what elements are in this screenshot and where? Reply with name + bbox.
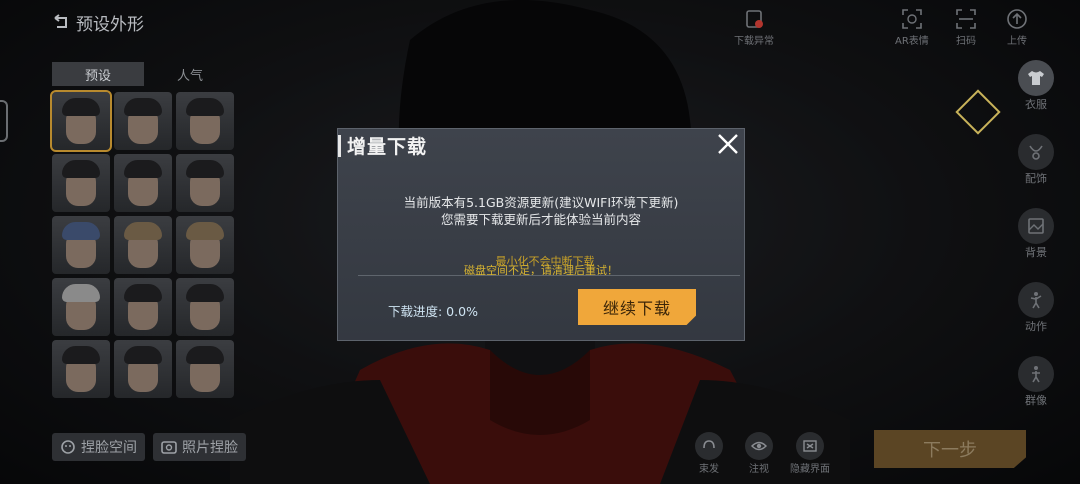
preset-tabs: 预设 人气 — [52, 62, 236, 86]
menu-label: 群像 — [1025, 394, 1047, 407]
pose-icon — [1030, 292, 1042, 309]
group-icon — [1032, 366, 1040, 383]
preset-thumbnail[interactable] — [176, 92, 234, 150]
preset-thumbnail[interactable] — [176, 216, 234, 274]
preset-thumbnail[interactable] — [52, 216, 110, 274]
menu-item-accessory[interactable]: 配饰 — [1018, 134, 1054, 186]
clothes-icon — [1028, 71, 1044, 85]
hide-ui-icon — [803, 440, 817, 452]
upload-button[interactable]: 上传 — [1006, 8, 1028, 47]
ar-face-button[interactable]: AR表情 — [895, 8, 929, 47]
incremental-download-dialog: 增量下载 当前版本有5.1GB资源更新(建议WIFI环境下更新) 您需要下载更新… — [337, 128, 745, 341]
gaze-label: 注视 — [749, 464, 769, 475]
photo-face-button[interactable]: 照片捏脸 — [153, 433, 246, 461]
gaze-toggle-button[interactable]: 注视 — [745, 432, 773, 475]
preset-thumbnail[interactable] — [52, 340, 110, 398]
menu-item-clothes[interactable]: 衣服 — [1018, 60, 1054, 112]
preset-thumbnail[interactable] — [50, 90, 112, 152]
scan-label: 扫码 — [956, 36, 976, 47]
close-button[interactable] — [716, 132, 740, 156]
face-space-button[interactable]: 捏脸空间 — [52, 433, 145, 461]
menu-label: 衣服 — [1025, 98, 1047, 111]
upload-icon — [1007, 9, 1027, 29]
continue-download-button[interactable]: 继续下载 — [578, 289, 696, 325]
hair-label: 束发 — [699, 464, 719, 475]
preset-thumbnail[interactable] — [114, 154, 172, 212]
tab-popular[interactable]: 人气 — [144, 62, 236, 86]
back-label: 预设外形 — [76, 15, 144, 35]
menu-label: 配饰 — [1025, 172, 1047, 185]
download-progress: 下载进度: 0.0% — [388, 304, 478, 319]
preset-thumbnail[interactable] — [114, 340, 172, 398]
close-icon — [718, 134, 738, 154]
update-instruction: 您需要下载更新后才能体验当前内容 — [440, 212, 641, 227]
tab-preset[interactable]: 预设 — [52, 62, 144, 86]
preset-thumbnail[interactable] — [114, 92, 172, 150]
side-handle[interactable] — [0, 100, 8, 142]
preset-thumbnail[interactable] — [176, 154, 234, 212]
ar-face-icon — [902, 9, 922, 29]
menu-item-group[interactable]: 群像 — [1018, 356, 1054, 408]
bottom-left-actions: 捏脸空间 照片捏脸 — [52, 433, 246, 461]
ar-face-label: AR表情 — [895, 36, 929, 47]
upload-label: 上传 — [1007, 36, 1027, 47]
preset-thumbnail[interactable] — [52, 278, 110, 336]
menu-label: 动作 — [1025, 320, 1047, 333]
next-step-button[interactable]: 下一步 — [874, 430, 1026, 468]
back-arrow-icon — [54, 13, 67, 28]
divider — [358, 275, 740, 276]
scan-icon — [956, 9, 976, 29]
hair-toggle-button[interactable]: 束发 — [695, 432, 723, 475]
accessory-icon — [1029, 145, 1043, 160]
preset-thumbnail[interactable] — [176, 278, 234, 336]
hide-ui-label: 隐藏界面 — [790, 464, 830, 475]
title-accent-bar — [338, 135, 341, 157]
face-space-label: 捏脸空间 — [81, 440, 137, 456]
preset-thumbnail[interactable] — [114, 216, 172, 274]
preset-thumbnail[interactable] — [114, 278, 172, 336]
preset-thumbnail[interactable] — [52, 154, 110, 212]
download-error-button[interactable]: 下载异常 — [734, 8, 774, 47]
photo-face-icon — [161, 441, 177, 454]
preset-thumbnail[interactable] — [176, 340, 234, 398]
face-space-icon — [61, 440, 75, 454]
dialog-title: 增量下载 — [347, 136, 428, 158]
download-error-icon — [746, 10, 763, 28]
scan-button[interactable]: 扫码 — [955, 8, 977, 47]
download-error-label: 下载异常 — [734, 36, 774, 47]
hide-ui-button[interactable]: 隐藏界面 — [790, 432, 830, 475]
eye-icon — [751, 441, 767, 451]
preset-grid — [50, 90, 234, 398]
background-icon — [1028, 218, 1044, 234]
back-button[interactable]: 预设外形 — [52, 10, 144, 35]
photo-face-label: 照片捏脸 — [182, 440, 238, 456]
menu-item-pose[interactable]: 动作 — [1018, 282, 1054, 334]
menu-label: 背景 — [1025, 246, 1047, 259]
hair-icon — [703, 440, 715, 449]
menu-item-background[interactable]: 背景 — [1018, 208, 1054, 260]
right-menu: 衣服 配饰 背景 动作 群像 — [1018, 60, 1054, 408]
